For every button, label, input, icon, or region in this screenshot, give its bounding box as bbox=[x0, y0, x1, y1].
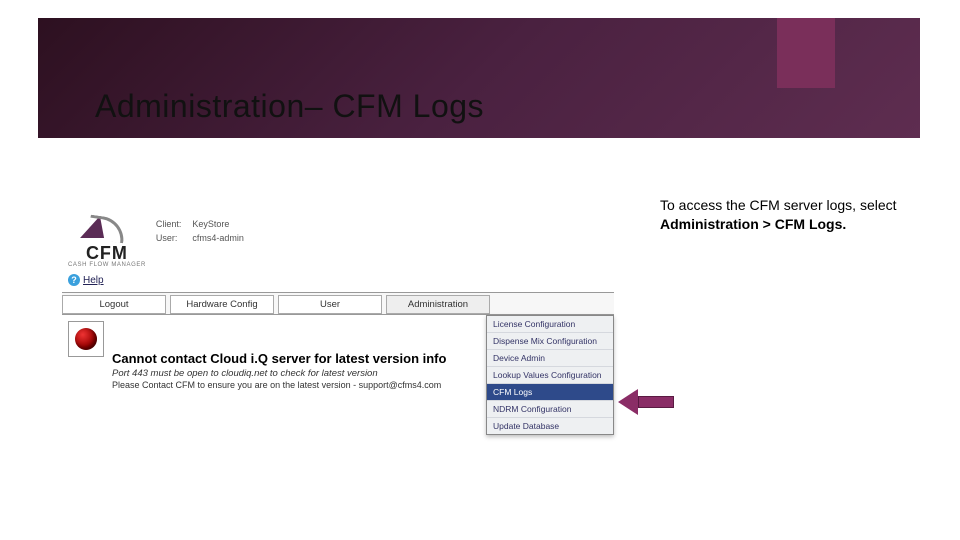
menubar: Logout Hardware Config User Administrati… bbox=[62, 292, 614, 315]
app-body: Cannot contact Cloud i.Q server for late… bbox=[62, 315, 614, 396]
dropdown-item-dispense-mix-configuration[interactable]: Dispense Mix Configuration bbox=[487, 333, 613, 350]
dropdown-item-device-admin[interactable]: Device Admin bbox=[487, 350, 613, 367]
pointer-arrow-icon bbox=[618, 391, 674, 413]
slide-title: Administration– CFM Logs bbox=[95, 88, 484, 125]
status-sub2: Please Contact CFM to ensure you are on … bbox=[112, 380, 446, 390]
client-value: KeyStore bbox=[192, 219, 229, 229]
help-row: ?Help bbox=[62, 272, 614, 288]
record-button[interactable] bbox=[68, 321, 104, 357]
record-icon bbox=[75, 328, 97, 350]
help-icon: ? bbox=[68, 274, 80, 286]
administration-dropdown: License Configuration Dispense Mix Confi… bbox=[486, 315, 614, 435]
instruction-text: To access the CFM server logs, select Ad… bbox=[660, 196, 918, 234]
logo-text: CFM bbox=[86, 244, 128, 262]
accent-tab bbox=[777, 18, 835, 88]
status-main: Cannot contact Cloud i.Q server for late… bbox=[112, 351, 446, 366]
dropdown-item-license-configuration[interactable]: License Configuration bbox=[487, 316, 613, 333]
menu-user[interactable]: User bbox=[278, 295, 382, 314]
embedded-app: CFM CASH FLOW MANAGER Client: KeyStore U… bbox=[62, 210, 614, 396]
app-logo: CFM CASH FLOW MANAGER bbox=[68, 214, 146, 268]
status-messages: Cannot contact Cloud i.Q server for late… bbox=[112, 351, 446, 390]
dropdown-item-update-database[interactable]: Update Database bbox=[487, 418, 613, 434]
logo-mark-icon bbox=[83, 214, 131, 244]
client-label: Client: bbox=[156, 218, 190, 232]
dropdown-item-cfm-logs[interactable]: CFM Logs bbox=[487, 384, 613, 401]
instruction-lead: To access the CFM server logs, select bbox=[660, 197, 897, 213]
menu-hardware-config[interactable]: Hardware Config bbox=[170, 295, 274, 314]
user-label: User: bbox=[156, 232, 190, 246]
logo-subtext: CASH FLOW MANAGER bbox=[68, 262, 146, 268]
menu-administration[interactable]: Administration bbox=[386, 295, 490, 314]
app-header: CFM CASH FLOW MANAGER Client: KeyStore U… bbox=[62, 210, 614, 272]
menu-logout[interactable]: Logout bbox=[62, 295, 166, 314]
dropdown-item-ndrm-configuration[interactable]: NDRM Configuration bbox=[487, 401, 613, 418]
user-value: cfms4-admin bbox=[192, 233, 244, 243]
status-sub1: Port 443 must be open to cloudiq.net to … bbox=[112, 368, 446, 379]
help-link[interactable]: Help bbox=[83, 275, 104, 286]
client-user-meta: Client: KeyStore User: cfms4-admin bbox=[156, 218, 244, 245]
instruction-bold: Administration > CFM Logs. bbox=[660, 216, 846, 232]
dropdown-item-lookup-values-configuration[interactable]: Lookup Values Configuration bbox=[487, 367, 613, 384]
